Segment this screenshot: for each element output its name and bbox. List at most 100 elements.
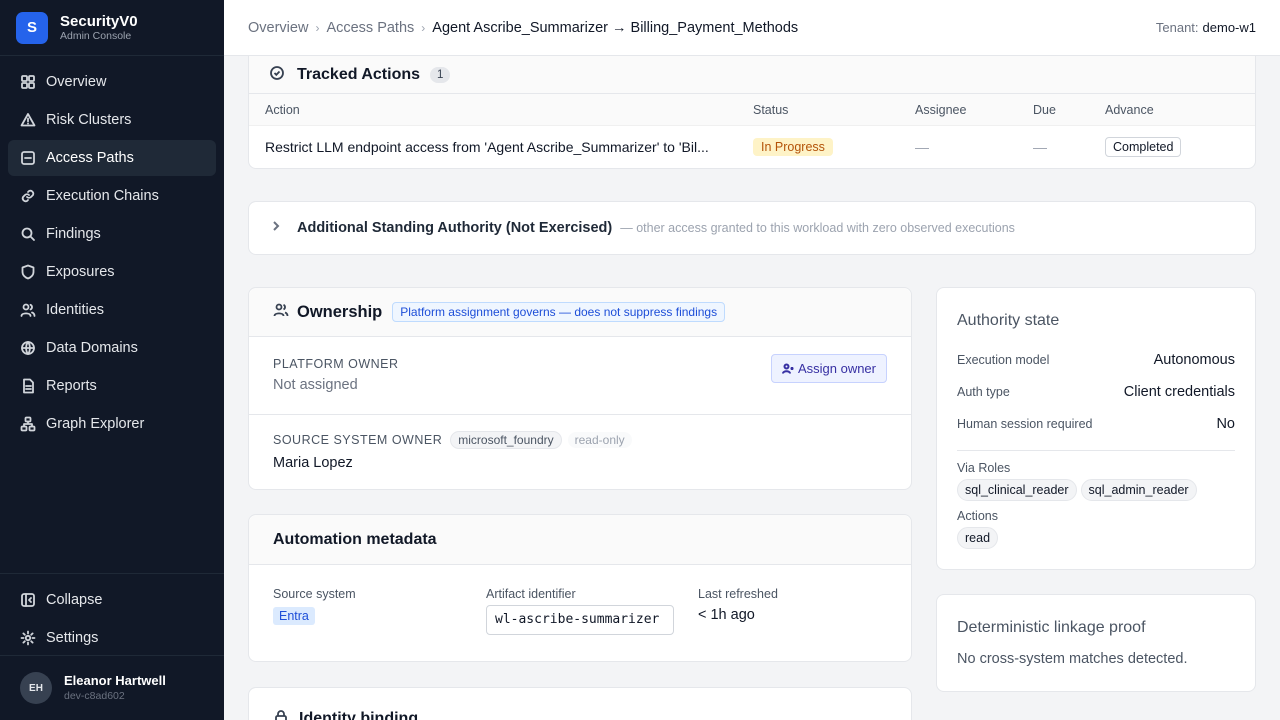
linkage-proof-title: Deterministic linkage proof (957, 619, 1146, 636)
linkage-proof-card: Deterministic linkage proof No cross-sys… (936, 594, 1256, 692)
authority-row: Human session required No (957, 408, 1235, 440)
ownership-title: Ownership (297, 302, 383, 321)
ownership-card: Ownership Platform assignment governs — … (248, 287, 912, 490)
action-chip: read (957, 527, 999, 549)
breadcrumb-overview[interactable]: Overview (248, 20, 308, 36)
lock-icon (273, 709, 289, 720)
tenant-label: Tenant: (1155, 20, 1199, 35)
breadcrumb-access-paths[interactable]: Access Paths (326, 20, 414, 36)
tracked-actions-card: Tracked Actions 1 Action Status Assignee… (248, 56, 1256, 169)
grid-icon (20, 74, 36, 90)
sidebar-item-data-domains[interactable]: Data Domains (8, 330, 216, 366)
identity-binding-card: Identity binding (248, 687, 912, 720)
authority-row-key: Human session required (957, 417, 1093, 431)
authority-state-card: Authority state Execution model Autonomo… (936, 287, 1256, 570)
sidebar-item-reports[interactable]: Reports (8, 368, 216, 404)
platform-owner-section: PLATFORM OWNER Not assigned Assign owner (249, 337, 911, 415)
sidebar-item-exposures[interactable]: Exposures (8, 254, 216, 290)
tenant-value: demo-w1 (1202, 20, 1256, 35)
column-header-action: Action (265, 102, 300, 117)
user-name: Eleanor Hartwell (64, 673, 166, 688)
sidebar-item-access-paths[interactable]: Access Paths (8, 140, 216, 176)
sidebar-item-execution-chains[interactable]: Execution Chains (8, 178, 216, 214)
advance-button[interactable]: Completed (1105, 137, 1182, 157)
linkage-proof-value: No cross-system matches detected. (957, 651, 1188, 667)
sidebar-item-label: Identities (46, 302, 105, 318)
table-header: Action Status Assignee Due Advance (249, 94, 1255, 126)
authority-row: Execution model Autonomous (957, 344, 1235, 376)
column-header-assignee: Assignee (915, 102, 967, 117)
table-row[interactable]: Restrict LLM endpoint access from 'Agent… (249, 126, 1255, 168)
source-owner-label: SOURCE SYSTEM OWNER (273, 433, 443, 447)
sidebar-item-label: Risk Clusters (46, 112, 132, 128)
column-header-status: Status (753, 102, 789, 117)
authority-row: Auth type Client credentials (957, 376, 1235, 408)
authority-row-key: Auth type (957, 385, 1010, 399)
due-cell: — (1033, 139, 1047, 155)
column-header-advance: Advance (1105, 102, 1154, 117)
additional-authority-subtitle: — other access granted to this workload … (620, 221, 1015, 235)
sidebar-item-label: Execution Chains (46, 188, 159, 204)
brand-subtitle: Admin Console (60, 30, 132, 42)
assignee-cell: — (915, 139, 929, 155)
collapse-label: Collapse (46, 592, 103, 608)
source-system-label: Source system (273, 587, 356, 601)
last-refreshed-value: < 1h ago (698, 607, 755, 623)
source-system-chip: microsoft_foundry (450, 431, 562, 449)
chevron-right-icon[interactable] (269, 219, 283, 238)
sidebar-nav: Overview Risk Clusters Access Paths Exec… (0, 56, 224, 452)
authority-row-value: Client credentials (1123, 384, 1235, 400)
avatar: EH (20, 672, 52, 704)
chevron-right-icon: › (421, 20, 426, 35)
brand-logo: S (16, 11, 48, 44)
link-icon (20, 188, 36, 204)
governance-badge: Platform assignment governs — does not s… (392, 302, 726, 322)
authority-state-title: Authority state (957, 312, 1060, 329)
assign-owner-button[interactable]: Assign owner (770, 354, 887, 383)
main-content: Tracked Actions 1 Action Status Assignee… (224, 56, 1280, 720)
collapse-button[interactable]: Collapse (8, 582, 216, 618)
sidebar-item-overview[interactable]: Overview (8, 64, 216, 100)
automation-title: Automation metadata (273, 530, 437, 548)
warning-icon (20, 112, 36, 128)
source-owner-section: SOURCE SYSTEM OWNER microsoft_foundry re… (249, 415, 911, 471)
tracked-actions-title: Tracked Actions (297, 66, 421, 83)
authority-row-value: Autonomous (1153, 352, 1235, 368)
status-badge: In Progress (753, 138, 833, 156)
sidebar: S SecurityV0 Admin Console Overview Risk… (0, 0, 224, 720)
tracked-count-badge: 1 (430, 67, 451, 83)
read-only-chip: read-only (567, 432, 632, 448)
collapse-icon (20, 592, 36, 608)
gear-icon (20, 630, 36, 646)
sidebar-item-identities[interactable]: Identities (8, 292, 216, 328)
user-id: dev-c8ad602 (64, 690, 125, 702)
settings-button[interactable]: Settings (8, 620, 216, 656)
sidebar-item-label: Graph Explorer (46, 416, 145, 432)
top-header: Overview › Access Paths › Agent Ascribe_… (224, 0, 1280, 56)
check-circle-icon (269, 65, 285, 86)
assign-owner-label: Assign owner (797, 361, 876, 376)
sidebar-item-findings[interactable]: Findings (8, 216, 216, 252)
breadcrumb-current: Agent Ascribe_Summarizer → Billing_Payme… (432, 19, 799, 36)
search-icon (20, 226, 36, 242)
source-owner-value: Maria Lopez (273, 455, 353, 471)
sidebar-bottom: Collapse Settings (0, 573, 224, 666)
additional-authority-card[interactable]: Additional Standing Authority (Not Exerc… (248, 201, 1256, 255)
additional-authority-title: Additional Standing Authority (Not Exerc… (297, 220, 613, 236)
artifact-identifier-label: Artifact identifier (486, 587, 576, 601)
sidebar-item-risk-clusters[interactable]: Risk Clusters (8, 102, 216, 138)
brand: S SecurityV0 Admin Console (0, 0, 224, 56)
divider (957, 450, 1235, 451)
sidebar-item-label: Overview (46, 74, 107, 90)
automation-metadata-card: Automation metadata Source system Entra … (248, 514, 912, 662)
breadcrumb: Overview › Access Paths › Agent Ascribe_… (248, 20, 798, 36)
user-plus-icon (781, 363, 794, 374)
user-profile[interactable]: EH Eleanor Hartwell dev-c8ad602 (0, 655, 224, 720)
role-chip: sql_admin_reader (1080, 479, 1197, 501)
artifact-identifier-field[interactable]: wl-ascribe-summarizer (486, 605, 674, 635)
users-icon (273, 302, 289, 323)
role-chip: sql_clinical_reader (957, 479, 1077, 501)
sidebar-item-graph-explorer[interactable]: Graph Explorer (8, 406, 216, 442)
sidebar-item-label: Data Domains (46, 340, 138, 356)
settings-label: Settings (46, 630, 99, 646)
